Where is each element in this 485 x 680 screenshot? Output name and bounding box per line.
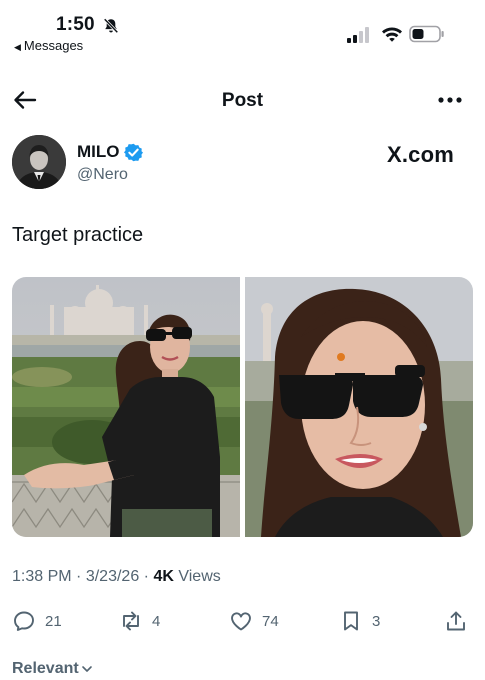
post-image-right[interactable] [245, 277, 473, 537]
verified-badge-icon [124, 143, 143, 162]
back-triangle-icon: ◀ [14, 42, 21, 52]
reply-sort-dropdown[interactable]: Relevant [12, 660, 93, 678]
bell-muted-icon [103, 18, 119, 34]
status-time: 1:50 [56, 14, 95, 35]
wifi-icon [382, 27, 402, 42]
like-button[interactable]: 74 [229, 608, 279, 634]
bookmark-icon [344, 611, 358, 631]
author-avatar[interactable] [12, 135, 66, 189]
cellular-signal-icon [347, 27, 369, 43]
back-app-label: Messages [23, 38, 84, 53]
meta-separator: · [143, 568, 154, 585]
heart-icon [231, 612, 251, 631]
back-to-app-link[interactable]: ◀ Messages [14, 38, 83, 53]
post-image-left[interactable] [12, 277, 240, 537]
like-count: 74 [262, 612, 279, 630]
source-label: X.com [387, 142, 455, 167]
repost-count: 4 [152, 612, 161, 630]
reply-count: 21 [45, 612, 62, 630]
avatar-photo [12, 135, 66, 189]
post-time: 1:38 PM [12, 568, 72, 585]
repost-icon [123, 611, 139, 631]
author-handle[interactable]: @Nero [77, 166, 128, 184]
bookmark-count: 3 [372, 612, 381, 630]
views-label: Views [178, 568, 221, 585]
author-name[interactable]: MILO [77, 142, 120, 162]
post-meta: 1:38 PM · 3/23/26 · 4K Views [12, 568, 221, 586]
page-title: Post [221, 90, 264, 111]
chevron-down-icon [81, 665, 92, 672]
bookmark-button[interactable]: 3 [339, 608, 380, 634]
share-icon [447, 611, 465, 631]
photo-woman-taj-mahal [12, 277, 240, 537]
reply-icon [14, 611, 34, 631]
share-button[interactable] [444, 608, 468, 634]
views-count: 4K [153, 568, 174, 585]
post-date: 3/23/26 [85, 568, 140, 585]
more-options-icon[interactable] [437, 95, 463, 105]
post-text: Target practice [12, 224, 144, 246]
photo-woman-closeup [245, 277, 473, 537]
meta-separator: · [76, 568, 86, 585]
sort-label: Relevant [12, 660, 79, 677]
repost-button[interactable]: 4 [119, 608, 160, 634]
reply-button[interactable]: 21 [12, 608, 62, 634]
battery-icon [409, 25, 444, 43]
